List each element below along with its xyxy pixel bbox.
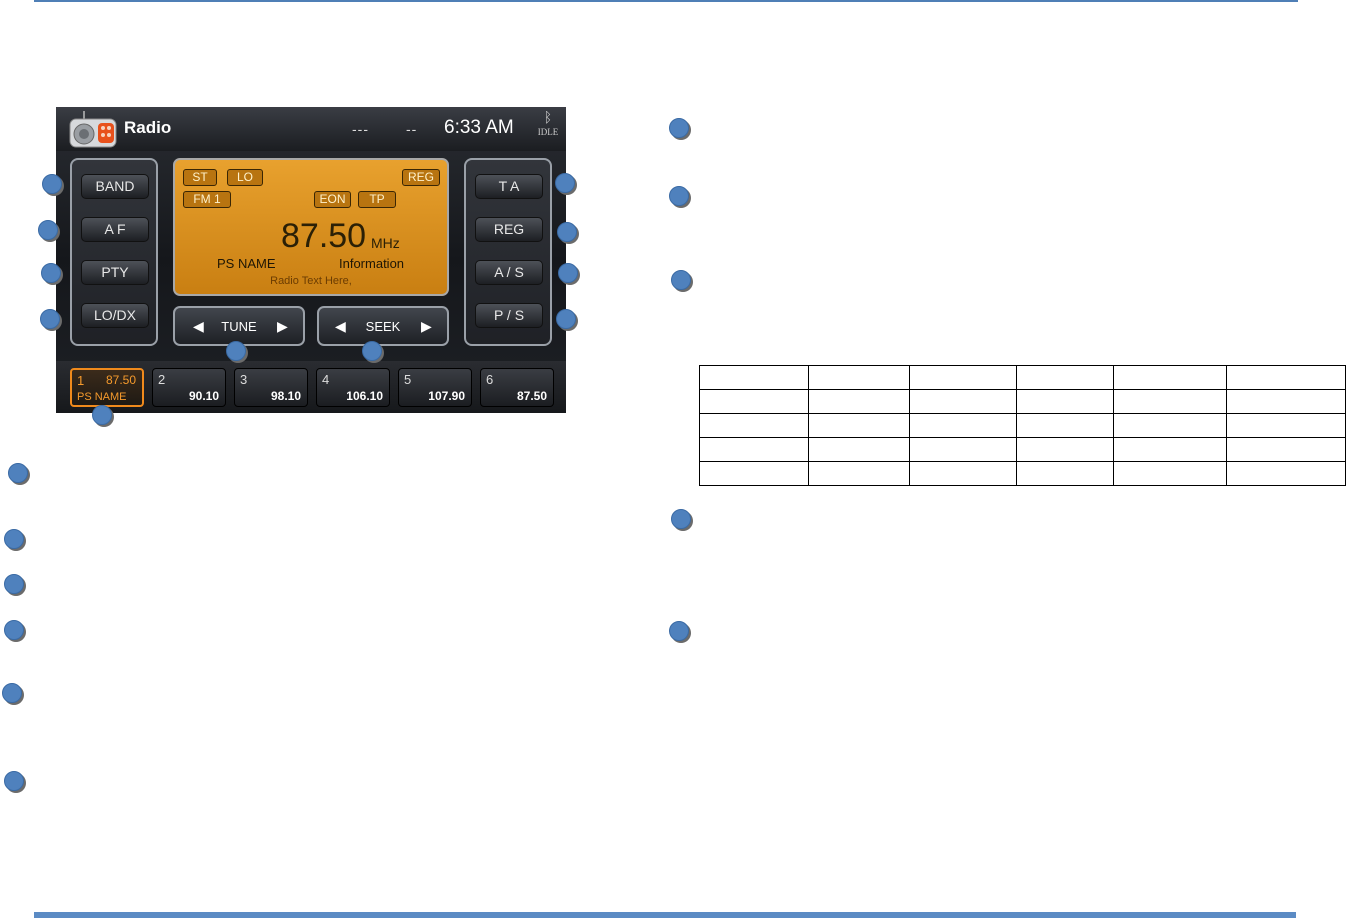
preset-frequency: 107.90 <box>428 389 465 403</box>
right-button-panel: T A REG A / S P / S <box>464 158 552 346</box>
ta-button[interactable]: T A <box>475 174 543 199</box>
table-row <box>699 437 1346 462</box>
preset-3[interactable]: 3 98.10 <box>234 368 308 407</box>
stereo-indicator: ST <box>183 169 217 186</box>
preset-ps-name: PS NAME <box>77 391 127 403</box>
preset-frequency: 87.50 <box>105 373 136 387</box>
table-row <box>699 389 1346 414</box>
description-bullet <box>669 621 689 641</box>
callout-marker <box>38 220 58 240</box>
radio-screen: Radio --- -- 6:33 AM ᛒ IDLE BAND A F PTY… <box>56 107 566 413</box>
lodx-button[interactable]: LO/DX <box>81 303 149 328</box>
callout-marker <box>41 263 61 283</box>
preset-6[interactable]: 6 87.50 <box>480 368 554 407</box>
description-bullet <box>8 463 28 483</box>
reg-button[interactable]: REG <box>475 217 543 242</box>
description-bullet <box>2 683 22 703</box>
frequency-display: ST LO REG FM 1 EON TP 87.50 MHz PS NAME … <box>173 158 449 296</box>
description-bullet <box>671 270 691 290</box>
table-row <box>699 461 1346 486</box>
status-placeholder-2: -- <box>406 121 418 137</box>
frequency-value: 87.50 <box>281 217 367 255</box>
description-bullet <box>669 118 689 138</box>
reg-indicator: REG <box>402 169 440 186</box>
frequency-unit: MHz <box>371 235 400 251</box>
callout-marker <box>42 174 62 194</box>
status-bar: Radio --- -- 6:33 AM ᛒ IDLE <box>56 107 566 151</box>
callout-marker <box>40 309 60 329</box>
ps-name: PS NAME <box>217 256 276 271</box>
table-row <box>699 365 1346 390</box>
left-button-panel: BAND A F PTY LO/DX <box>70 158 158 346</box>
seek-control[interactable]: ◀ SEEK ▶ <box>317 306 449 346</box>
description-bullet <box>4 574 24 594</box>
callout-marker <box>362 341 382 361</box>
preset-5[interactable]: 5 107.90 <box>398 368 472 407</box>
description-bullet <box>671 509 691 529</box>
bottom-rule <box>34 912 1296 918</box>
tune-control[interactable]: ◀ TUNE ▶ <box>173 306 305 346</box>
clock: 6:33 AM <box>444 117 514 138</box>
as-button[interactable]: A / S <box>475 260 543 285</box>
top-rule <box>34 0 1298 2</box>
band-indicator: FM 1 <box>183 191 231 208</box>
preset-number: 2 <box>158 372 166 387</box>
callout-marker <box>557 222 577 242</box>
callout-marker <box>555 173 575 193</box>
bluetooth-icon: ᛒ <box>543 109 553 125</box>
preset-frequency: 90.10 <box>188 389 219 403</box>
description-bullet <box>4 529 24 549</box>
radio-app-icon <box>69 111 117 148</box>
callout-marker <box>226 341 246 361</box>
description-bullet <box>669 186 689 206</box>
preset-number: 4 <box>322 372 330 387</box>
preset-number: 5 <box>404 372 412 387</box>
tp-indicator: TP <box>358 191 396 208</box>
callout-marker <box>556 309 576 329</box>
eon-indicator: EON <box>314 191 351 208</box>
preset-bar: 1 87.50 PS NAME 2 90.10 3 98.10 4 106.10… <box>56 361 566 413</box>
pty-button[interactable]: PTY <box>81 260 149 285</box>
local-indicator: LO <box>227 169 263 186</box>
preset-frequency: 98.10 <box>270 389 301 403</box>
table-row <box>699 413 1346 438</box>
description-bullet <box>4 771 24 791</box>
preset-frequency: 87.50 <box>516 389 547 403</box>
description-bullet <box>4 620 24 640</box>
preset-frequency: 106.10 <box>346 389 383 403</box>
bluetooth-status[interactable]: ᛒ IDLE <box>534 109 562 147</box>
preset-4[interactable]: 4 106.10 <box>316 368 390 407</box>
preset-number: 6 <box>486 372 494 387</box>
ps-button[interactable]: P / S <box>475 303 543 328</box>
empty-table <box>699 365 1346 486</box>
callout-marker <box>558 263 578 283</box>
preset-number: 1 <box>77 373 85 388</box>
preset-1[interactable]: 1 87.50 PS NAME <box>70 368 144 407</box>
af-button[interactable]: A F <box>81 217 149 242</box>
radio-text: Radio Text Here, <box>270 275 352 287</box>
callout-marker <box>92 405 112 425</box>
tune-right-arrow-icon[interactable]: ▶ <box>277 318 288 335</box>
preset-number: 3 <box>240 372 248 387</box>
status-placeholder-1: --- <box>352 121 369 137</box>
bluetooth-status-label: IDLE <box>537 127 559 137</box>
band-button[interactable]: BAND <box>81 174 149 199</box>
seek-right-arrow-icon[interactable]: ▶ <box>421 318 432 335</box>
station-information: Information <box>339 256 405 271</box>
app-title: Radio <box>124 118 172 137</box>
preset-2[interactable]: 2 90.10 <box>152 368 226 407</box>
